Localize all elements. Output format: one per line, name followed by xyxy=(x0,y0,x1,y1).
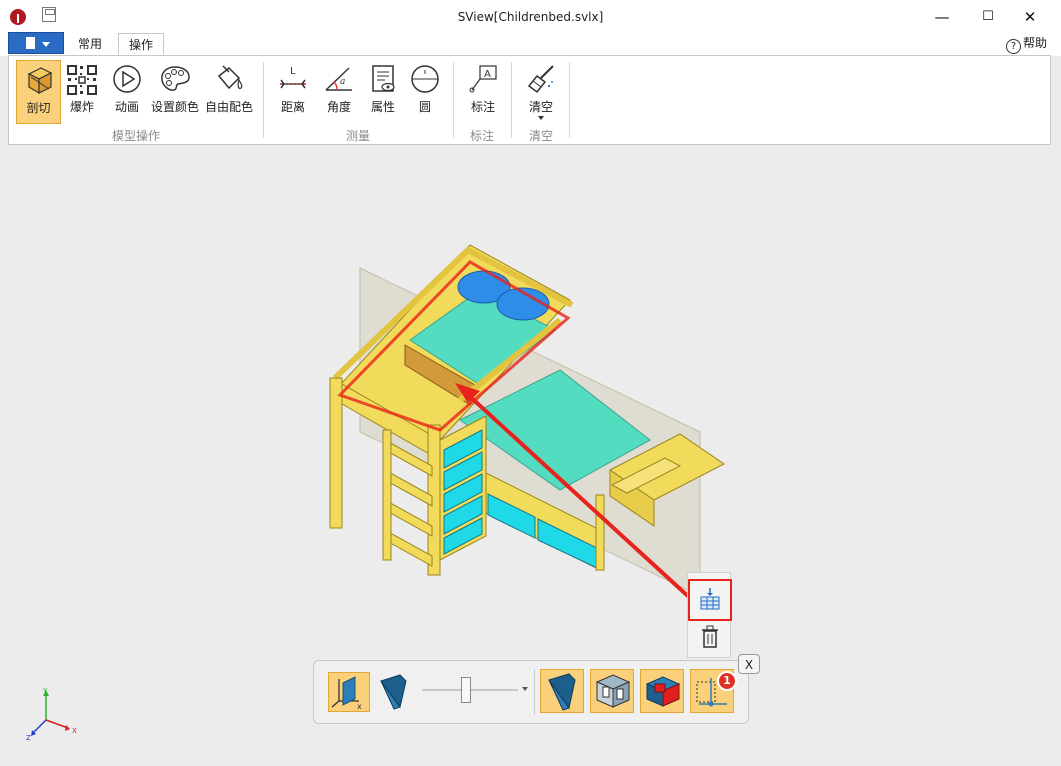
group-label-clear: 清空 xyxy=(528,129,553,143)
ribbon-separator xyxy=(569,62,570,138)
file-menu-button[interactable] xyxy=(8,32,64,54)
section-cap-button[interactable] xyxy=(640,669,684,713)
axis-triad: Y X Z xyxy=(26,687,77,742)
ribbon-panel: 剖切 爆炸 动画 设置颜色 自由配色 模型操作 L 距离 a 角度 属性 圆 测… xyxy=(8,55,1051,145)
section-cube-icon xyxy=(27,67,52,95)
notification-badge: 1 xyxy=(717,671,737,691)
highlight-box xyxy=(688,579,732,621)
set-color-label: 设置颜色 xyxy=(150,100,199,114)
chevron-down-icon xyxy=(42,42,50,47)
group-label-annotation: 标注 xyxy=(469,129,494,143)
group-label-model: 模型操作 xyxy=(111,129,160,143)
section-plane-icon[interactable] xyxy=(376,673,412,711)
properties-icon xyxy=(372,65,395,92)
trash-icon[interactable] xyxy=(701,625,719,649)
distance-button[interactable]: L 距离 xyxy=(271,60,315,124)
window-title: SView[Childrenbed.svlx] xyxy=(457,10,604,24)
section-slider-thumb[interactable] xyxy=(461,677,471,703)
animation-label: 动画 xyxy=(114,100,139,114)
section-cap-icon xyxy=(645,676,681,707)
explode-label: 爆炸 xyxy=(69,100,94,114)
annotation-button[interactable]: A 标注 xyxy=(461,60,505,124)
explode-icon xyxy=(67,65,97,95)
section-plane-active-icon xyxy=(548,673,576,711)
free-color-button[interactable]: 自由配色 xyxy=(203,60,255,124)
circle-icon xyxy=(411,65,439,93)
tab-common[interactable]: 常用 xyxy=(70,33,110,55)
axis-z-label: Z xyxy=(26,734,31,742)
minimize-button[interactable]: — xyxy=(928,8,956,26)
svg-text:A: A xyxy=(484,69,491,80)
animation-button[interactable]: 动画 xyxy=(107,60,147,124)
tower-drawers[interactable] xyxy=(443,429,483,555)
bed-post[interactable] xyxy=(595,494,605,571)
section-toolbar: x 1 xyxy=(313,660,749,724)
paint-bucket-icon xyxy=(217,65,243,90)
svg-text:x: x xyxy=(357,702,362,711)
distance-label: 距离 xyxy=(280,100,305,114)
angle-icon: a xyxy=(325,67,352,91)
properties-button[interactable]: 属性 xyxy=(361,60,405,124)
group-label-measure: 测量 xyxy=(345,129,370,143)
distance-icon: L xyxy=(280,66,306,89)
svg-text:a: a xyxy=(340,77,345,87)
svg-text:L: L xyxy=(290,66,296,77)
angle-button[interactable]: a 角度 xyxy=(317,60,361,124)
help-label: 帮助 xyxy=(1023,36,1048,50)
section-button[interactable]: 剖切 xyxy=(16,60,61,124)
chevron-down-icon[interactable] xyxy=(522,687,528,691)
axis-x-label: X xyxy=(72,727,77,735)
chevron-down-icon[interactable] xyxy=(538,116,544,120)
maximize-button[interactable]: ☐ xyxy=(974,8,1002,26)
plane-axis-x-icon: x xyxy=(331,676,362,711)
circle-button[interactable]: 圆 xyxy=(405,60,445,124)
help-button[interactable]: ? 帮助 xyxy=(1006,34,1047,54)
free-color-label: 自由配色 xyxy=(204,100,253,114)
toolbar-close-button[interactable]: X xyxy=(738,654,760,674)
annotation-icon: A xyxy=(469,65,497,93)
document-icon xyxy=(26,37,35,49)
section-plane-active-button[interactable] xyxy=(540,669,584,713)
properties-label: 属性 xyxy=(370,100,395,114)
clear-button[interactable]: 清空 xyxy=(519,60,563,124)
palette-icon xyxy=(161,66,190,91)
broom-icon xyxy=(527,65,554,94)
play-icon xyxy=(113,65,141,93)
title-bar: SView[Childrenbed.svlx] — ☐ ✕ xyxy=(0,0,1061,32)
annotation-label: 标注 xyxy=(470,100,495,114)
tab-operations[interactable]: 操作 xyxy=(118,33,164,55)
section-label: 剖切 xyxy=(26,101,51,115)
circle-label: 圆 xyxy=(418,100,431,114)
set-color-button[interactable]: 设置颜色 xyxy=(149,60,201,124)
explode-button[interactable]: 爆炸 xyxy=(61,60,103,124)
bed-post[interactable] xyxy=(329,377,343,529)
toolbar-separator xyxy=(534,669,535,715)
clear-label: 清空 xyxy=(528,100,553,114)
plane-axis-button[interactable]: x xyxy=(328,672,370,712)
axis-y-label: Y xyxy=(42,687,48,695)
close-button[interactable]: ✕ xyxy=(1016,8,1044,26)
section-box-icon xyxy=(595,674,631,708)
angle-label: 角度 xyxy=(326,100,351,114)
help-icon: ? xyxy=(1006,39,1021,54)
section-box-button[interactable] xyxy=(590,669,634,713)
